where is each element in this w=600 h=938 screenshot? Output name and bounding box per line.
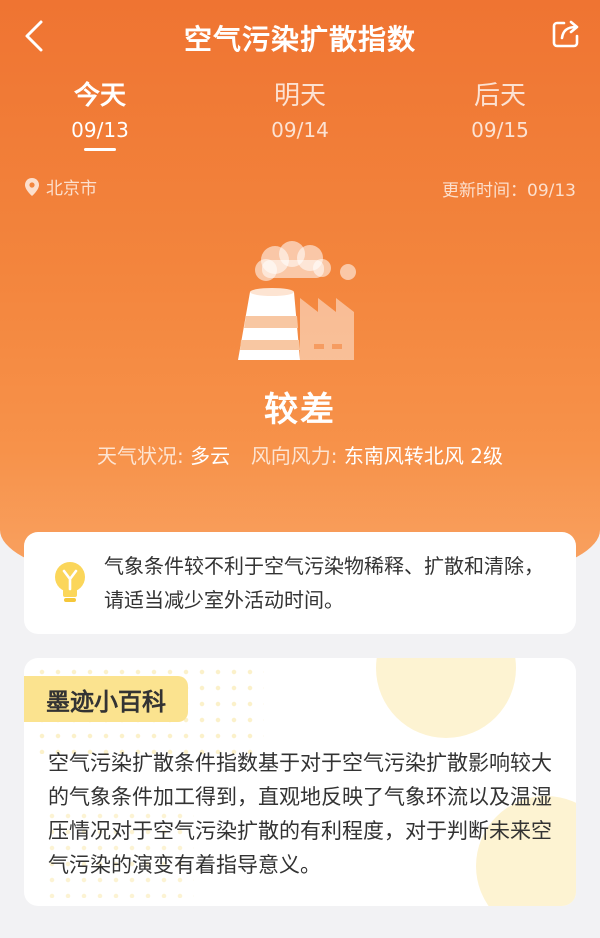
- tab-label: 明天: [273, 81, 326, 111]
- factory-pollution-icon: [238, 241, 356, 360]
- location-city: 北京市: [46, 179, 97, 199]
- tip-text: 气象条件较不利于空气污染物稀释、扩散和清除，请适当减少室外活动时间。: [104, 554, 544, 612]
- pollution-level: 较差: [264, 390, 336, 430]
- wiki-text: 空气污染扩散条件指数基于对于空气污染扩散影响较大的气象条件加工得到，直观地反映了…: [48, 751, 552, 877]
- share-icon: [552, 20, 579, 48]
- weather-value: 多云: [190, 444, 231, 468]
- page-title: 空气污染扩散指数: [183, 23, 416, 56]
- wiki-badge: 墨迹小百科: [24, 676, 188, 722]
- top-bar: 空气污染扩散指数: [0, 0, 600, 72]
- lightbulb-icon: [55, 562, 85, 602]
- tab-date: 09/13: [71, 118, 129, 142]
- tab-label: 后天: [473, 81, 526, 111]
- share-button[interactable]: [546, 14, 586, 54]
- hero-panel: 空气污染扩散指数 今天 09/13 明天 09/14 后天 09/15 北京市 …: [0, 0, 600, 600]
- tab-date: 09/15: [471, 118, 529, 142]
- location[interactable]: 北京市: [24, 174, 97, 199]
- wind-value: 东南风转北风 2级: [343, 444, 504, 468]
- update-time: 更新时间：09/13: [442, 181, 576, 201]
- wind-label: 风向风力:: [250, 444, 338, 468]
- tip-card: 气象条件较不利于空气污染物稀释、扩散和清除，请适当减少室外活动时间。: [24, 532, 576, 634]
- decor-circle: [376, 658, 516, 738]
- weather-info: 天气状况: 多云 风向风力: 东南风转北风 2级: [0, 440, 600, 469]
- tab-tomorrow[interactable]: 明天 09/14: [230, 80, 370, 146]
- location-pin-icon: [25, 177, 39, 196]
- weather-label: 天气状况:: [96, 444, 184, 468]
- tab-active-indicator: [84, 148, 116, 151]
- tab-label: 今天: [73, 81, 126, 111]
- wiki-card: 墨迹小百科 空气污染扩散条件指数基于对于空气污染扩散影响较大的气象条件加工得到，…: [24, 658, 576, 906]
- tab-date: 09/14: [271, 118, 329, 142]
- tab-day-after-tomorrow[interactable]: 后天 09/15: [430, 80, 570, 146]
- day-tabs: 今天 09/13 明天 09/14 后天 09/15: [0, 80, 600, 160]
- tab-today[interactable]: 今天 09/13: [30, 80, 170, 151]
